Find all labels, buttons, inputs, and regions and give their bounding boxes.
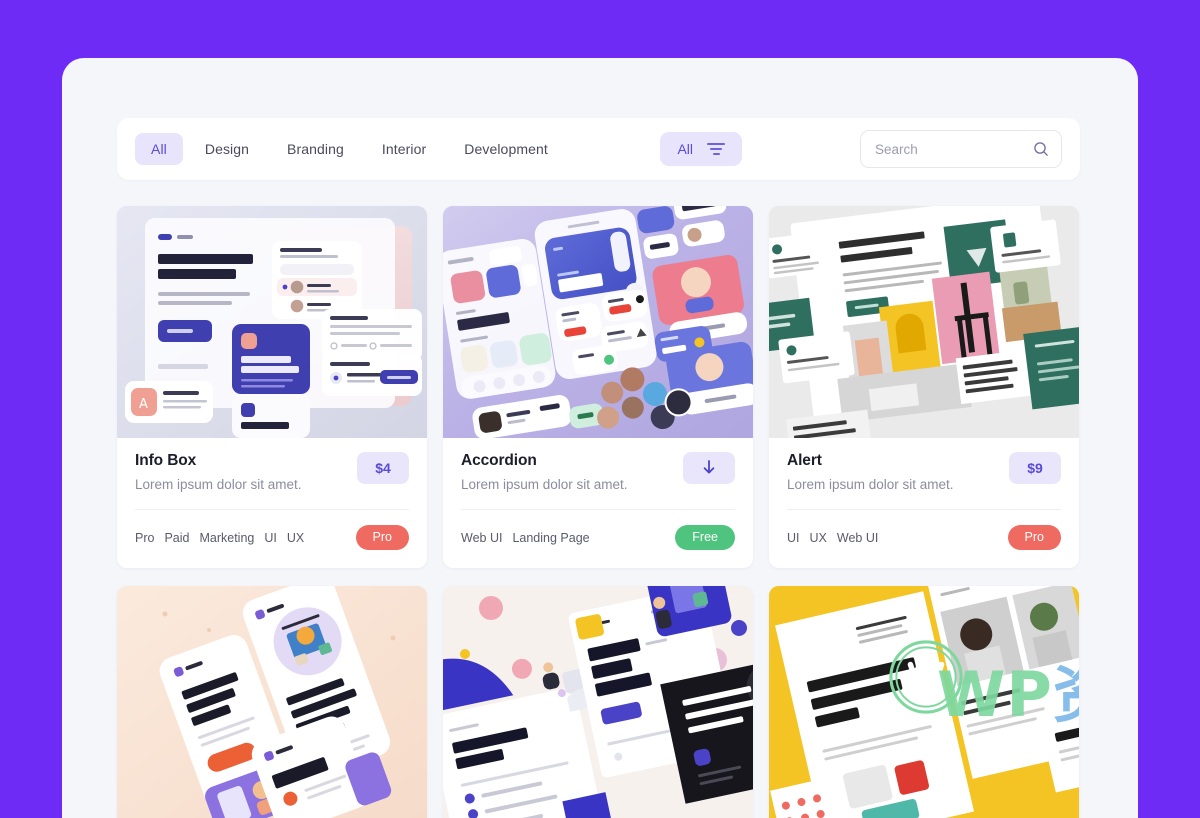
card-title: Accordion — [461, 452, 537, 469]
card-info-box[interactable]: A Info Box Lorem ipsum dolor sit amet. $… — [117, 206, 427, 568]
filter-select[interactable]: All — [660, 132, 742, 166]
tag-list: UI UX Web UI — [787, 531, 878, 545]
price-badge[interactable]: $4 — [357, 452, 409, 484]
category-tabs: All Design Branding Interior Development — [135, 133, 564, 165]
card-title: Alert — [787, 452, 822, 469]
card-alert[interactable]: Alert Lorem ipsum dolor sit amet. $9 UI … — [769, 206, 1079, 568]
tag[interactable]: Marketing — [199, 531, 254, 545]
card-footer: Pro Paid Marketing UI UX Pro — [117, 510, 427, 568]
card-grid: A Info Box Lorem ipsum dolor sit amet. $… — [117, 206, 1080, 818]
card-recoleta[interactable]: WP资源海 — [769, 586, 1079, 818]
card-create-like-never-before[interactable] — [443, 586, 753, 818]
tab-all[interactable]: All — [135, 133, 183, 165]
card-text-block: Accordion Lorem ipsum dolor sit amet. — [461, 452, 628, 492]
status-badge-pro: Pro — [355, 525, 409, 550]
card-text-block: Alert Lorem ipsum dolor sit amet. — [787, 452, 954, 492]
status-badge-pro: Pro — [1007, 525, 1061, 550]
card-footer: UI UX Web UI Pro — [769, 510, 1079, 568]
tab-design[interactable]: Design — [189, 133, 265, 165]
card-footer: Web UI Landing Page Free — [443, 510, 753, 568]
tag[interactable]: UI — [264, 531, 277, 545]
card-head: Accordion Lorem ipsum dolor sit amet. — [461, 452, 735, 492]
tag[interactable]: Landing Page — [512, 531, 589, 545]
card-subtitle: Lorem ipsum dolor sit amet. — [461, 477, 628, 492]
tag[interactable]: Pro — [135, 531, 154, 545]
tab-branding[interactable]: Branding — [271, 133, 360, 165]
tag[interactable]: UX — [287, 531, 304, 545]
thumbnail-lolita-guesthouse — [769, 206, 1079, 438]
card-subtitle: Lorem ipsum dolor sit amet. — [787, 477, 954, 492]
tag[interactable]: UX — [810, 531, 827, 545]
toolbar: All Design Branding Interior Development… — [117, 118, 1080, 180]
card-title: Info Box — [135, 452, 197, 469]
tag[interactable]: Web UI — [461, 531, 502, 545]
card-head: Info Box Lorem ipsum dolor sit amet. $4 — [135, 452, 409, 492]
card-body: Accordion Lorem ipsum dolor sit amet. — [443, 438, 753, 510]
tab-development[interactable]: Development — [448, 133, 564, 165]
filter-sort-icon — [707, 143, 725, 155]
card-body: Info Box Lorem ipsum dolor sit amet. $4 — [117, 438, 427, 510]
svg-text:A: A — [139, 397, 148, 412]
thumbnail-finance-mobile-app — [443, 206, 753, 438]
card-head: Alert Lorem ipsum dolor sit amet. $9 — [787, 452, 1061, 492]
tag[interactable]: UI — [787, 531, 800, 545]
tag-list: Web UI Landing Page — [461, 531, 590, 545]
tab-interior[interactable]: Interior — [366, 133, 442, 165]
price-badge[interactable]: $9 — [1009, 452, 1061, 484]
app-panel: All Design Branding Interior Development… — [62, 58, 1138, 818]
card-bento[interactable] — [117, 586, 427, 818]
thumbnail-create-like-never-before — [443, 586, 753, 818]
card-subtitle: Lorem ipsum dolor sit amet. — [135, 477, 302, 492]
thumbnail-bento-3d-design-system — [117, 586, 427, 818]
download-arrow-icon — [701, 459, 717, 478]
tag-list: Pro Paid Marketing UI UX — [135, 531, 304, 545]
card-body: Alert Lorem ipsum dolor sit amet. $9 — [769, 438, 1079, 510]
tag[interactable]: Web UI — [837, 531, 878, 545]
download-button[interactable] — [683, 452, 735, 484]
tag[interactable]: Paid — [164, 531, 189, 545]
search-box[interactable] — [860, 130, 1062, 168]
status-badge-free: Free — [675, 525, 735, 550]
card-accordion[interactable]: Accordion Lorem ipsum dolor sit amet. We… — [443, 206, 753, 568]
thumbnail-adaptive-design-components: A — [117, 206, 427, 438]
thumbnail-recoleta-yellow-web: WP资源海 — [769, 586, 1079, 818]
card-text-block: Info Box Lorem ipsum dolor sit amet. — [135, 452, 302, 492]
search-input[interactable] — [861, 131, 1061, 167]
filter-select-label: All — [677, 141, 693, 157]
